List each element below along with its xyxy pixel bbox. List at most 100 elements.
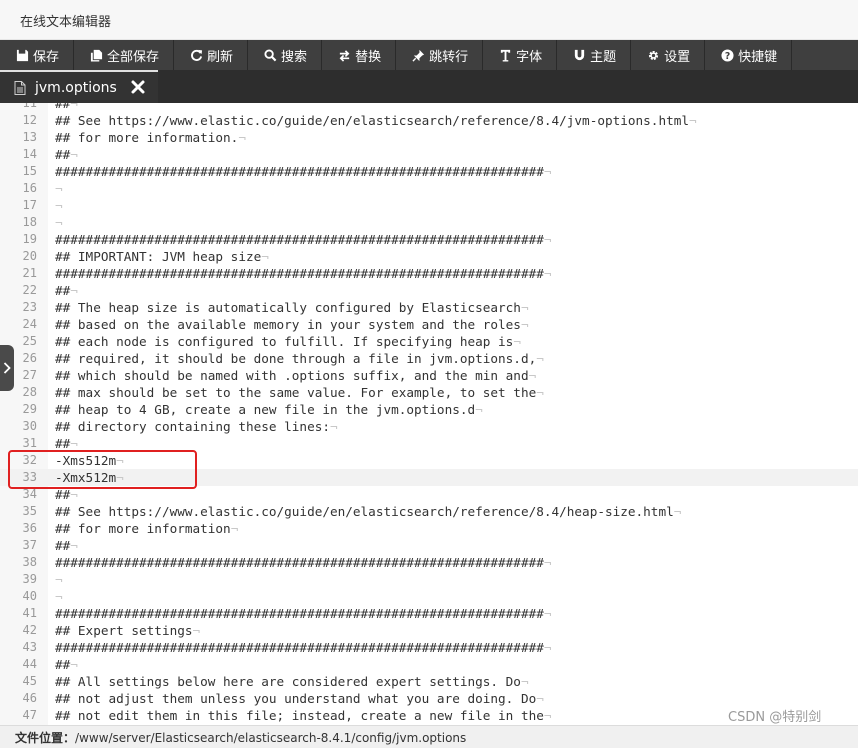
code-line[interactable]: 22 ##¬ bbox=[0, 282, 858, 299]
code-line[interactable]: 16 ¬ bbox=[0, 180, 858, 197]
code-line[interactable]: 34 ##¬ bbox=[0, 486, 858, 503]
close-icon[interactable] bbox=[130, 79, 146, 95]
line-content: ## bbox=[55, 538, 71, 553]
font-icon bbox=[498, 48, 512, 62]
line-number: 47 bbox=[22, 708, 37, 722]
code-line[interactable]: 32 -Xms512m¬ bbox=[0, 452, 858, 469]
eol-marker: ¬ bbox=[116, 470, 124, 485]
code-line[interactable]: 40 ¬ bbox=[0, 588, 858, 605]
code-line[interactable]: 14 ##¬ bbox=[0, 146, 858, 163]
code-line[interactable]: 45 ## All settings below here are conside… bbox=[0, 673, 858, 690]
line-number: 34 bbox=[22, 487, 37, 501]
line-content: ########################################… bbox=[55, 266, 544, 281]
tab-bar: jvm.options bbox=[0, 70, 858, 103]
line-number: 42 bbox=[22, 623, 37, 637]
eol-marker: ¬ bbox=[543, 266, 552, 281]
line-number: 23 bbox=[22, 300, 37, 314]
settings-button[interactable]: 设置 bbox=[631, 40, 706, 70]
code-line[interactable]: 31 ##¬ bbox=[0, 435, 858, 452]
line-content: ## bbox=[55, 103, 71, 111]
shortcuts-button[interactable]: ? 快捷键 bbox=[705, 40, 793, 70]
code-line[interactable]: 46 ## not adjust them unless you understa… bbox=[0, 690, 858, 707]
code-line[interactable]: 35 ## See https://www.elastic.co/guide/en… bbox=[0, 503, 858, 520]
sidebar-toggle[interactable] bbox=[0, 345, 14, 391]
line-content: ## bbox=[55, 487, 71, 502]
code-line[interactable]: 13 ## for more information.¬ bbox=[0, 129, 858, 146]
eol-marker: ¬ bbox=[192, 623, 201, 638]
search-button[interactable]: 搜索 bbox=[248, 40, 323, 70]
code-line[interactable]: 38 ######################################… bbox=[0, 554, 858, 571]
line-text: ########################################… bbox=[55, 231, 552, 248]
code-line[interactable]: 43 ######################################… bbox=[0, 639, 858, 656]
eol-marker: ¬ bbox=[70, 283, 78, 298]
code-line[interactable]: 20 ## IMPORTANT: JVM heap size¬ bbox=[0, 248, 858, 265]
code-line[interactable]: 21 ######################################… bbox=[0, 265, 858, 282]
line-text: ##¬ bbox=[55, 146, 78, 163]
code-line[interactable]: 24 ## based on the available memory in yo… bbox=[0, 316, 858, 333]
file-path: 文件位置：/www/server/Elasticsearch/elasticse… bbox=[15, 729, 466, 746]
code-line[interactable]: 36 ## for more information¬ bbox=[0, 520, 858, 537]
theme-button[interactable]: 主题 bbox=[557, 40, 632, 70]
code-line[interactable]: 18 ¬ bbox=[0, 214, 858, 231]
shortcuts-button-label: 快捷键 bbox=[738, 49, 778, 65]
goto-line-button[interactable]: 跳转行 bbox=[396, 40, 484, 70]
code-line[interactable]: 17 ¬ bbox=[0, 197, 858, 214]
line-number: 13 bbox=[22, 130, 37, 144]
replace-icon bbox=[337, 48, 351, 62]
line-text: ## based on the available memory in your… bbox=[55, 316, 529, 333]
replace-button[interactable]: 替换 bbox=[322, 40, 397, 70]
line-text: ## max should be set to the same value. … bbox=[55, 384, 544, 401]
code-line[interactable]: 41 ######################################… bbox=[0, 605, 858, 622]
code-line[interactable]: 23 ## The heap size is automatically conf… bbox=[0, 299, 858, 316]
eol-marker: ¬ bbox=[543, 555, 552, 570]
line-number: 16 bbox=[22, 181, 37, 195]
code-line[interactable]: 19 ######################################… bbox=[0, 231, 858, 248]
line-content: -Xmx512m bbox=[55, 470, 117, 485]
gear-icon bbox=[646, 48, 660, 62]
code-line[interactable]: 29 ## heap to 4 GB, create a new file in … bbox=[0, 401, 858, 418]
code-line[interactable]: 37 ##¬ bbox=[0, 537, 858, 554]
line-content: ## which should be named with .options s… bbox=[55, 368, 529, 383]
line-content: ## bbox=[55, 147, 71, 162]
code-line[interactable]: 28 ## max should be set to the same value… bbox=[0, 384, 858, 401]
save-button[interactable]: 保存 bbox=[0, 40, 75, 70]
save-all-button[interactable]: 全部保存 bbox=[74, 40, 175, 70]
line-content: ## each node is configured to fulfill. I… bbox=[55, 334, 514, 349]
code-line[interactable]: 42 ## Expert settings¬ bbox=[0, 622, 858, 639]
line-text: ########################################… bbox=[55, 639, 552, 656]
tab-jvm-options[interactable]: jvm.options bbox=[0, 70, 158, 103]
theme-button-label: 主题 bbox=[590, 49, 617, 65]
refresh-button[interactable]: 刷新 bbox=[174, 40, 249, 70]
settings-button-label: 设置 bbox=[664, 49, 691, 65]
line-number: 17 bbox=[22, 198, 37, 212]
code-line[interactable]: 39 ¬ bbox=[0, 571, 858, 588]
code-line[interactable]: 15 ######################################… bbox=[0, 163, 858, 180]
line-text: ##¬ bbox=[55, 537, 78, 554]
code-line[interactable]: 11 ##¬ bbox=[0, 103, 858, 112]
line-content: ## Expert settings bbox=[55, 623, 193, 638]
code-line[interactable]: 12 ## See https://www.elastic.co/guide/en… bbox=[0, 112, 858, 129]
eol-marker: ¬ bbox=[543, 708, 552, 723]
line-number: 33 bbox=[22, 470, 37, 484]
code-line[interactable]: 44 ##¬ bbox=[0, 656, 858, 673]
code-line[interactable]: 26 ## required, it should be done through… bbox=[0, 350, 858, 367]
code-editor[interactable]: 11 ##¬ 12 ## See https://www.elastic.co/gui… bbox=[0, 103, 858, 725]
line-content: ########################################… bbox=[55, 640, 544, 655]
eol-marker: ¬ bbox=[70, 436, 78, 451]
line-content: ## bbox=[55, 283, 71, 298]
code-line[interactable]: 27 ## which should be named with .options… bbox=[0, 367, 858, 384]
eol-marker: ¬ bbox=[513, 334, 521, 349]
font-button[interactable]: 字体 bbox=[483, 40, 558, 70]
line-text: ##¬ bbox=[55, 103, 78, 112]
line-content: ########################################… bbox=[55, 606, 544, 621]
line-number: 46 bbox=[22, 691, 37, 705]
code-line[interactable]: 25 ## each node is configured to fulfill.… bbox=[0, 333, 858, 350]
code-line[interactable]: 33 -Xmx512m¬ bbox=[0, 469, 858, 486]
line-text: ## each node is configured to fulfill. I… bbox=[55, 333, 521, 350]
line-content: ## not adjust them unless you understand… bbox=[55, 691, 537, 706]
line-content: ## based on the available memory in your… bbox=[55, 317, 521, 332]
eol-marker: ¬ bbox=[70, 657, 78, 672]
code-line[interactable]: 30 ## directory containing these lines:¬ bbox=[0, 418, 858, 435]
code-lines: 11 ##¬ 12 ## See https://www.elastic.co/gui… bbox=[0, 103, 858, 724]
line-content: ## bbox=[55, 657, 71, 672]
